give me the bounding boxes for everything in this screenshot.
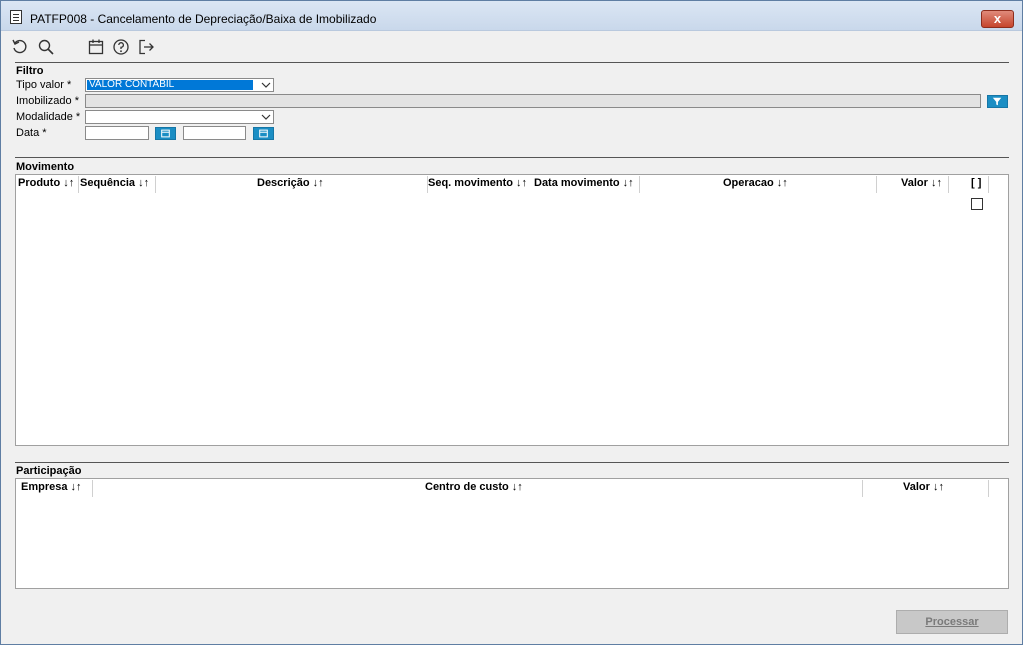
col-separator	[92, 480, 93, 497]
col-operacao[interactable]: Operacao ↓↑	[723, 177, 788, 189]
col-separator	[988, 176, 989, 193]
col-sequencia[interactable]: Sequência ↓↑	[80, 177, 149, 189]
app-window: PATFP008 - Cancelamento de Depreciação/B…	[0, 0, 1023, 645]
tipo-valor-label: Tipo valor *	[16, 79, 72, 91]
modalidade-label: Modalidade *	[16, 111, 81, 123]
help-icon[interactable]	[112, 38, 132, 58]
participacao-title: Participação	[16, 465, 82, 477]
calendar-icon	[161, 129, 170, 138]
col-separator	[862, 480, 863, 497]
participacao-divider	[15, 462, 1009, 463]
movimento-grid-header: Produto ↓↑ Sequência ↓↑ Descrição ↓↑ Seq…	[16, 175, 1008, 193]
col-separator	[155, 176, 156, 193]
data-start-input[interactable]	[85, 126, 149, 140]
filtro-title: Filtro	[16, 65, 44, 77]
col-separator	[78, 176, 79, 193]
participacao-grid-header: Empresa ↓↑ Centro de custo ↓↑ Valor ↓↑	[16, 479, 1008, 497]
col-separator	[988, 480, 989, 497]
col-valor[interactable]: Valor ↓↑	[903, 481, 944, 493]
movimento-divider	[15, 157, 1009, 158]
col-separator	[639, 176, 640, 193]
col-seq-movimento[interactable]: Seq. movimento ↓↑	[428, 177, 527, 189]
filter-icon	[992, 97, 1002, 106]
filter-button[interactable]	[987, 95, 1008, 108]
filtro-divider	[15, 62, 1009, 63]
refresh-icon[interactable]	[11, 38, 31, 58]
data-label: Data *	[16, 127, 47, 139]
participacao-grid: Empresa ↓↑ Centro de custo ↓↑ Valor ↓↑	[15, 478, 1009, 589]
col-separator	[876, 176, 877, 193]
col-centro-de-custo[interactable]: Centro de custo ↓↑	[425, 481, 523, 493]
data-start-calendar-button[interactable]	[155, 127, 176, 140]
document-icon	[10, 10, 22, 24]
window-title: PATFP008 - Cancelamento de Depreciação/B…	[30, 12, 377, 26]
col-empresa[interactable]: Empresa ↓↑	[21, 481, 82, 493]
calendar-icon[interactable]	[87, 38, 107, 58]
col-produto[interactable]: Produto ↓↑	[18, 177, 74, 189]
data-end-input[interactable]	[183, 126, 246, 140]
chevron-down-icon	[261, 82, 271, 88]
movimento-title: Movimento	[16, 161, 75, 173]
col-descricao[interactable]: Descrição ↓↑	[257, 177, 324, 189]
col-valor[interactable]: Valor ↓↑	[901, 177, 942, 189]
tipo-valor-value: VALOR CONTABIL	[87, 80, 253, 90]
calendar-icon	[259, 129, 268, 138]
data-end-calendar-button[interactable]	[253, 127, 274, 140]
imobilizado-label: Imobilizado *	[16, 95, 79, 107]
search-icon[interactable]	[37, 38, 57, 58]
movimento-grid: Produto ↓↑ Sequência ↓↑ Descrição ↓↑ Seq…	[15, 174, 1009, 446]
tipo-valor-select[interactable]: VALOR CONTABIL	[85, 78, 274, 92]
col-select-all[interactable]: [ ]	[971, 177, 981, 189]
modalidade-select[interactable]	[85, 110, 274, 124]
title-bar: PATFP008 - Cancelamento de Depreciação/B…	[1, 1, 1022, 31]
close-button[interactable]: x	[981, 10, 1014, 28]
row-checkbox[interactable]	[971, 198, 983, 210]
exit-icon[interactable]	[137, 38, 157, 58]
chevron-down-icon	[261, 114, 271, 120]
imobilizado-field[interactable]	[85, 94, 981, 108]
col-separator	[948, 176, 949, 193]
processar-button[interactable]: Processar	[896, 610, 1008, 634]
col-data-movimento[interactable]: Data movimento ↓↑	[534, 177, 634, 189]
